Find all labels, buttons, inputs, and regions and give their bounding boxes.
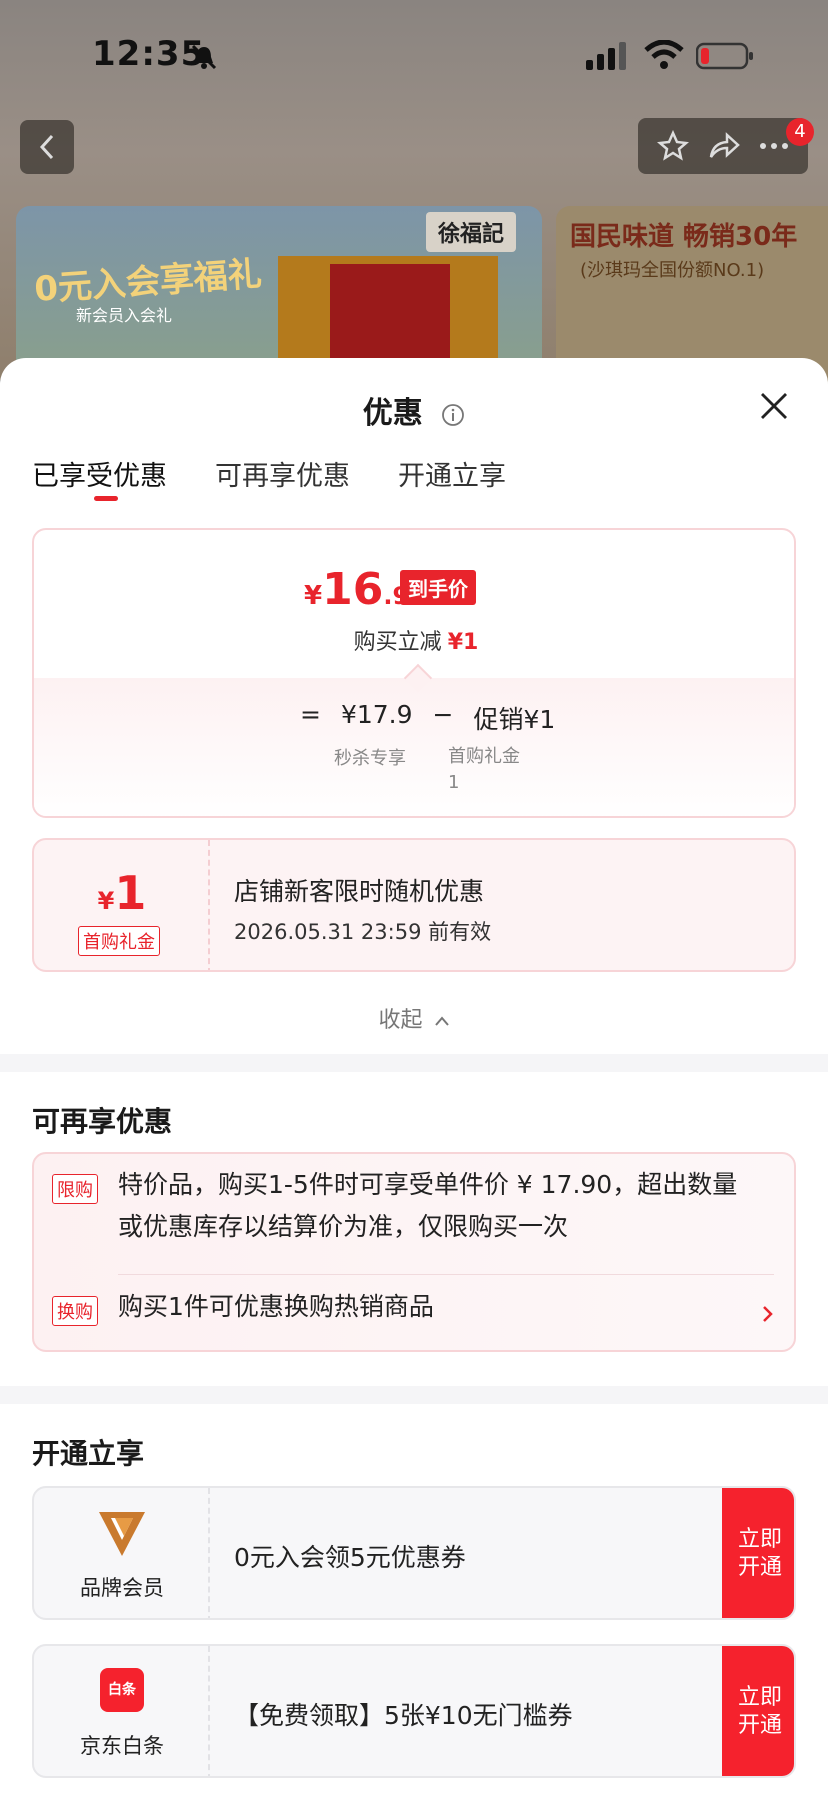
- chevron-right-icon: [763, 1306, 773, 1322]
- equals-sign: =: [300, 700, 321, 729]
- collapse-label: 收起: [378, 1008, 423, 1033]
- more-discount-box: 限购 特价品，购买1-5件时可享受单件价 ¥ 17.90，超出数量 或优惠库存以…: [32, 1152, 796, 1352]
- final-price: ¥ 16 .9: [304, 564, 409, 615]
- brand-member-panel: 品牌会员: [34, 1488, 210, 1618]
- tab-more[interactable]: 可再享优惠: [215, 454, 350, 493]
- promo-label-text: 首购礼金: [448, 746, 520, 767]
- close-icon[interactable]: [756, 388, 792, 424]
- collapse-button[interactable]: 收起: [0, 1002, 828, 1034]
- price-currency: ¥: [304, 581, 323, 611]
- sheet-title-row: 优惠: [0, 388, 828, 432]
- coupon-value: 1: [114, 866, 147, 920]
- wifi-icon: [644, 40, 684, 69]
- promo-amount: 促销¥1: [473, 705, 556, 734]
- base-price: ¥17.9: [340, 700, 413, 729]
- exchange-row[interactable]: 换购 购买1件可优惠换购热销商品: [34, 1276, 794, 1352]
- open-button-line: 立即: [737, 1527, 782, 1552]
- baitiao-name: 京东白条: [80, 1734, 164, 1758]
- limit-text-line2: 或优惠库存以结算价为准，仅限购买一次: [118, 1212, 569, 1241]
- back-button[interactable]: [20, 120, 74, 174]
- baitiao-open-button[interactable]: 立即 开通: [722, 1646, 794, 1776]
- open-button-line: 开通: [737, 1555, 782, 1580]
- signal-icon: [586, 42, 626, 70]
- share-icon[interactable]: [707, 131, 741, 161]
- chevron-up-icon: [434, 1016, 449, 1026]
- banner-slogan-sub: (沙琪玛全国份额NO.1): [580, 260, 765, 281]
- baitiao-icon: 白条: [100, 1668, 144, 1712]
- sheet-title: 优惠: [362, 396, 423, 431]
- brand-member-text: 0元入会领5元优惠券: [234, 1543, 466, 1572]
- message-badge: 4: [786, 118, 814, 146]
- brand-v-icon: [99, 1512, 145, 1556]
- final-price-tag: 到手价: [400, 570, 476, 605]
- discount-sheet: 优惠 已享受优惠 可再享优惠 开通立享 ¥ 16 .9 到手价 购买立减¥1: [0, 358, 828, 1795]
- coupon-expire: 2026.05.31 23:59 前有效: [234, 920, 492, 944]
- status-time: 12:35: [92, 34, 206, 74]
- info-icon[interactable]: [441, 403, 465, 427]
- promo-label: 首购礼金 1: [448, 744, 538, 796]
- price-integer: 16: [322, 564, 384, 615]
- brand-member-open-button[interactable]: 立即 开通: [722, 1488, 794, 1618]
- coupon-tag: 首购礼金: [78, 926, 160, 956]
- coupon-card[interactable]: ¥1 首购礼金 店铺新客限时随机优惠 2026.05.31 23:59 前有效: [32, 838, 796, 972]
- section-divider: [0, 1054, 828, 1072]
- more-section-title: 可再享优惠: [32, 1105, 173, 1138]
- discount-tabs: 已享受优惠 可再享优惠 开通立享: [32, 454, 506, 501]
- star-icon[interactable]: [657, 130, 689, 162]
- minus-sign: −: [432, 700, 454, 729]
- background-page: 12:35 4 0元入会享福礼 新会员入会礼 徐福記 国民味道 畅销30年 (沙…: [0, 0, 828, 386]
- exchange-text: 购买1件可优惠换购热销商品: [118, 1292, 434, 1321]
- open-button-line: 开通: [737, 1713, 782, 1738]
- tab-open[interactable]: 开通立享: [398, 454, 506, 493]
- limit-text-line1: 特价品，购买1-5件时可享受单件价 ¥ 17.90，超出数量: [118, 1170, 738, 1199]
- open-section-title: 开通立享: [32, 1437, 145, 1470]
- reduce-line: 购买立减 ¥1: [34, 624, 794, 656]
- chevron-left-icon: [39, 134, 54, 160]
- exchange-tag: 换购: [52, 1296, 98, 1326]
- limit-text: 特价品，购买1-5件时可享受单件价 ¥ 17.90，超出数量 或优惠库存以结算价…: [118, 1164, 788, 1248]
- limit-tag: 限购: [52, 1174, 98, 1204]
- battery-icon: [696, 42, 753, 70]
- price-card: ¥ 16 .9 到手价 购买立减 ¥1 = ¥17.9 − 促销¥1 秒杀专享 首…: [32, 528, 796, 818]
- price-breakdown: = ¥17.9 − 促销¥1 秒杀专享 首购礼金 1: [34, 663, 794, 816]
- status-bar: 12:35: [0, 0, 828, 110]
- banner-promo-sub: 新会员入会礼: [76, 306, 173, 325]
- brand-member-name: 品牌会员: [80, 1576, 164, 1600]
- mute-bell-icon: [191, 44, 217, 70]
- open-button-line: 立即: [737, 1685, 782, 1710]
- coupon-amount: ¥1: [34, 866, 210, 920]
- baitiao-panel: 白条 京东白条: [34, 1646, 210, 1776]
- price-summary: ¥ 16 .9 到手价 购买立减 ¥1: [34, 530, 794, 678]
- brand-member-card[interactable]: 品牌会员 0元入会领5元优惠券 立即开通: [32, 1486, 796, 1620]
- baitiao-card[interactable]: 白条 京东白条 【免费领取】5张¥10无门槛券 立即开通: [32, 1644, 796, 1778]
- more-icon[interactable]: [759, 142, 789, 150]
- banner-slogan: 国民味道 畅销30年: [570, 222, 798, 252]
- reduce-amount: ¥1: [447, 630, 479, 655]
- price-formula: = ¥17.9 − 促销¥1: [300, 700, 555, 736]
- baitiao-icon-text: 白条: [108, 1682, 136, 1698]
- promo-label-value: 1: [448, 772, 460, 793]
- reduce-label: 购买立减: [353, 630, 442, 655]
- brand-logo: 徐福記: [426, 212, 517, 252]
- baitiao-text: 【免费领取】5张¥10无门槛券: [234, 1701, 573, 1730]
- section-divider-2: [0, 1386, 828, 1404]
- top-actions: [638, 118, 808, 174]
- coupon-amount-panel: ¥1 首购礼金: [34, 840, 210, 970]
- coupon-currency: ¥: [97, 887, 115, 915]
- promo-separator: [118, 1274, 774, 1275]
- coupon-title: 店铺新客限时随机优惠: [234, 877, 485, 906]
- tab-enjoyed[interactable]: 已享受优惠: [32, 454, 167, 501]
- base-price-label: 秒杀专享: [334, 748, 406, 769]
